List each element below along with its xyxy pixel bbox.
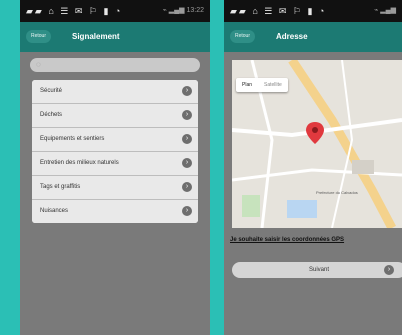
status-icons: ▰▰ ⌂ ☰ ✉ ⚐ ▮ ◔ (230, 6, 327, 16)
phone-screen-signalement: ▰▰ ⌂ ☰ ✉ ⚐ ▮ ◔ ⌁ ▂▄▆ 13:22 Retour Signal… (20, 0, 210, 335)
chevron-right-icon: › (182, 182, 192, 192)
list-item-label: Déchets (40, 112, 63, 118)
main-content: Plan Satellite Prefecture du Calvados Je … (224, 52, 402, 335)
main-content: ◌ Sécurité › Déchets › Equipements et se… (20, 52, 210, 335)
search-icon: ◌ (36, 60, 41, 69)
search-input[interactable]: ◌ (30, 58, 200, 72)
status-bar: ▰▰ ⌂ ☰ ✉ ⚐ ▮ ◔ ⌁ ▂▄▆ (224, 0, 402, 22)
map-type-toggle[interactable]: Plan Satellite (236, 78, 288, 92)
phone-screen-adresse: ▰▰ ⌂ ☰ ✉ ⚐ ▮ ◔ ⌁ ▂▄▆ Retour Adresse Plan… (224, 0, 402, 335)
list-item-equipements[interactable]: Equipements et sentiers › (32, 128, 198, 152)
back-button[interactable]: Retour (230, 30, 256, 43)
next-button[interactable]: Suivant › (232, 262, 402, 278)
list-item-label: Tags et graffitis (40, 184, 81, 190)
map-toggle-satellite[interactable]: Satellite (258, 78, 288, 92)
list-item-tags[interactable]: Tags et graffitis › (32, 176, 198, 200)
list-item-securite[interactable]: Sécurité › (32, 80, 198, 104)
top-nav-bar: Retour Signalement (20, 22, 210, 52)
list-item-label: Entretien des milieux naturels (40, 160, 119, 166)
list-item-label: Sécurité (40, 88, 63, 94)
page-title: Signalement (72, 32, 120, 41)
chevron-right-icon: › (182, 134, 192, 144)
top-nav-bar: Retour Adresse (224, 22, 402, 52)
status-bar: ▰▰ ⌂ ☰ ✉ ⚐ ▮ ◔ ⌁ ▂▄▆ 13:22 (20, 0, 210, 22)
status-clock: ⌁ ▂▄▆ (374, 7, 396, 14)
list-item-entretien[interactable]: Entretien des milieux naturels › (32, 152, 198, 176)
list-item-nuisances[interactable]: Nuisances › (32, 200, 198, 223)
status-clock: ⌁ ▂▄▆ 13:22 (162, 7, 204, 14)
map-poi-label: Prefecture du Calvados (316, 190, 358, 195)
map-toggle-plan[interactable]: Plan (236, 78, 258, 92)
list-item-label: Equipements et sentiers (40, 136, 105, 142)
next-button-label: Suivant (308, 267, 329, 273)
status-icons: ▰▰ ⌂ ☰ ✉ ⚐ ▮ ◔ (26, 6, 123, 16)
map-view[interactable]: Plan Satellite Prefecture du Calvados (232, 60, 402, 228)
chevron-right-icon: › (384, 265, 394, 275)
chevron-right-icon: › (182, 158, 192, 168)
list-item-label: Nuisances (40, 208, 69, 214)
page-title: Adresse (276, 32, 308, 41)
gps-coordinates-link[interactable]: Je souhaite saisir les coordonnées GPS (230, 237, 344, 243)
chevron-right-icon: › (182, 110, 192, 120)
category-list: Sécurité › Déchets › Equipements et sent… (32, 80, 198, 223)
chevron-right-icon: › (182, 86, 192, 96)
list-item-dechets[interactable]: Déchets › (32, 104, 198, 128)
back-button[interactable]: Retour (26, 30, 52, 43)
chevron-right-icon: › (182, 206, 192, 216)
